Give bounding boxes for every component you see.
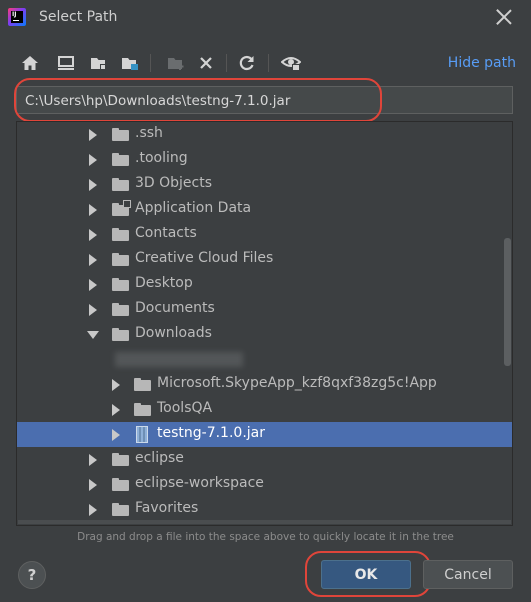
tree-item-label: eclipse-workspace [135,475,264,491]
tree-item-eclipse[interactable]: eclipse [17,447,512,472]
hide-path-link[interactable]: Hide path [448,55,516,71]
folder-icon [134,378,151,391]
toolbar-separator [268,54,269,72]
tree-item-tooling[interactable]: .tooling [17,147,512,172]
chevron-right-icon[interactable] [89,279,97,291]
tree-item-label: .ssh [135,125,163,141]
help-button[interactable]: ? [18,561,46,589]
path-highlight-annotation [14,78,382,122]
window-title: Select Path [39,9,118,25]
tree-item-ssh[interactable]: .ssh [17,122,512,147]
chevron-right-icon[interactable] [89,154,97,166]
tree-item-toolsqa[interactable]: ToolsQA [17,397,512,422]
tree-item-favorites[interactable]: Favorites [17,497,512,522]
folder-icon [134,403,151,416]
tree-item-application-data[interactable]: Application Data [17,197,512,222]
tree-item-label: testng-7.1.0.jar [157,425,265,441]
tree-item-desktop[interactable]: Desktop [17,272,512,297]
chevron-right-icon[interactable] [112,379,120,391]
tree-item-3d-objects[interactable]: 3D Objects [17,172,512,197]
module-folder-icon[interactable] [118,50,142,76]
folder-icon [112,153,129,166]
tree-item-blurred[interactable] [17,347,512,372]
tree-item-label: Application Data [135,200,252,216]
tree-item-label: Creative Cloud Files [135,250,274,266]
chevron-right-icon[interactable] [89,204,97,216]
delete-icon[interactable] [194,50,218,76]
chevron-right-icon[interactable] [89,504,97,516]
tree-item-label: Contacts [135,225,197,241]
tree-item-skypeapp[interactable]: Microsoft.SkypeApp_kzf8qxf38zg5c!App [17,372,512,397]
tree-item-label: .tooling [135,150,188,166]
blurred-item [115,352,243,367]
folder-icon [112,278,129,291]
tree-item-downloads[interactable]: Downloads [17,322,512,347]
chevron-right-icon[interactable] [89,179,97,191]
show-hidden-icon[interactable] [279,50,303,76]
tree-item-testng-jar[interactable]: testng-7.1.0.jar [17,422,512,447]
chevron-right-icon[interactable] [89,454,97,466]
tree-item-creative-cloud-files[interactable]: Creative Cloud Files [17,247,512,272]
drag-drop-hint: Drag and drop a file into the space abov… [77,531,454,543]
home-icon[interactable] [18,50,42,76]
folder-icon [112,228,129,241]
tree-item-eclipse-workspace[interactable]: eclipse-workspace [17,472,512,497]
file-tree[interactable]: .ssh .tooling 3D Objects Application Dat… [16,121,513,526]
toolbar-separator [226,54,227,72]
chevron-down-icon[interactable] [87,331,99,339]
folder-icon [112,503,129,516]
close-icon[interactable] [495,8,513,26]
tree-item-label: Microsoft.SkypeApp_kzf8qxf38zg5c!App [157,375,437,391]
folder-icon [112,303,129,316]
folder-icon [112,178,129,191]
tree-item-label: 3D Objects [135,175,213,191]
chevron-right-icon[interactable] [89,129,97,141]
tree-item-label: Desktop [135,275,193,291]
toolbar-separator [150,54,151,72]
tree-item-label: Documents [135,300,215,316]
chevron-right-icon[interactable] [89,304,97,316]
horizontal-scrollbar[interactable] [18,520,511,524]
project-folder-icon[interactable] [87,50,111,76]
folder-icon [112,128,129,141]
intellij-idea-icon: IJ [8,8,26,26]
chevron-right-icon[interactable] [89,479,97,491]
new-folder-icon[interactable] [164,50,188,76]
tree-item-label: eclipse [135,450,184,466]
folder-icon [112,253,129,266]
tree-item-label: Downloads [135,325,212,341]
toolbar [18,50,518,76]
desktop-icon[interactable] [54,50,78,76]
chevron-right-icon[interactable] [112,429,120,441]
tree-item-label: ToolsQA [157,400,213,416]
folder-icon [112,328,129,341]
cancel-button[interactable]: Cancel [423,560,513,589]
folder-icon [112,478,129,491]
folder-shortcut-icon [112,200,131,216]
refresh-icon[interactable] [235,50,259,76]
tree-item-documents[interactable]: Documents [17,297,512,322]
tree-item-contacts[interactable]: Contacts [17,222,512,247]
ok-highlight-annotation [305,551,431,597]
folder-icon [112,453,129,466]
tree-item-label: Favorites [135,500,199,516]
chevron-right-icon[interactable] [89,229,97,241]
jar-file-icon [136,426,148,443]
vertical-scrollbar[interactable] [504,238,511,366]
chevron-right-icon[interactable] [112,404,120,416]
title-bar: IJ Select Path [0,0,531,38]
chevron-right-icon[interactable] [89,254,97,266]
